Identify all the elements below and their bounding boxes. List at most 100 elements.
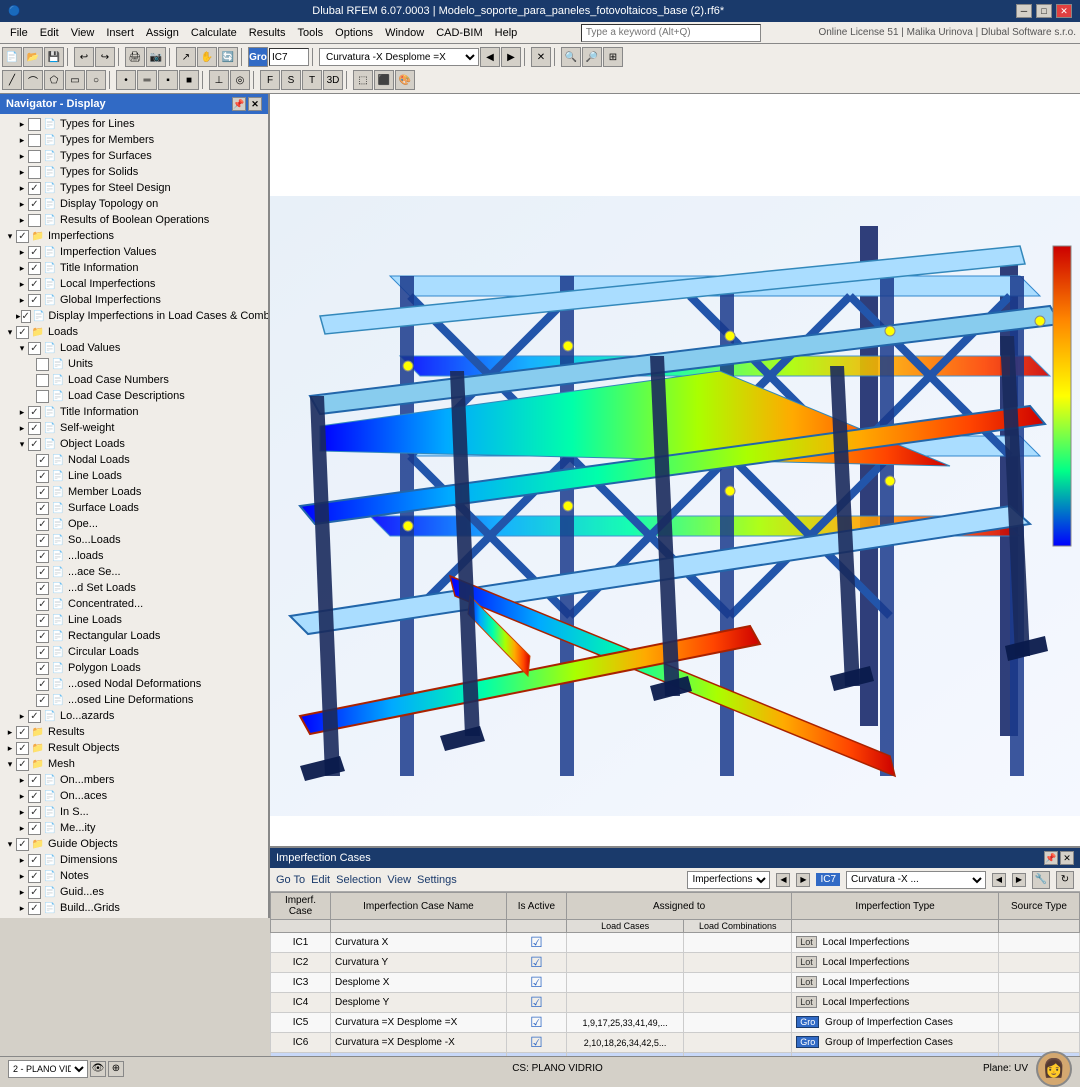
name-input[interactable] [335, 997, 502, 1008]
tree-item[interactable]: ▸✓📄Visual Objects [0, 916, 268, 918]
tree-expand-arrow[interactable] [28, 390, 36, 402]
tree-expand-arrow[interactable] [28, 598, 36, 610]
tree-expand-arrow[interactable]: ▸ [16, 822, 28, 834]
tree-checkbox[interactable]: ✓ [16, 326, 29, 339]
tree-checkbox[interactable]: ✓ [36, 614, 49, 627]
tree-expand-arrow[interactable]: ▸ [16, 214, 28, 226]
table-row[interactable]: IC1 ☑ Lot Local Imperfections [271, 933, 1080, 953]
table-row[interactable]: IC5 ☑ 1,9,17,25,33,41,49,... Gro Group o… [271, 1013, 1080, 1033]
tree-expand-arrow[interactable]: ▸ [16, 262, 28, 274]
tree-checkbox[interactable]: ✓ [28, 806, 41, 819]
tree-item[interactable]: ✓📄So...Loads [0, 532, 268, 548]
delete-filter-button[interactable]: ✕ [531, 47, 551, 67]
tree-expand-arrow[interactable] [28, 502, 36, 514]
menu-assign[interactable]: Assign [140, 25, 185, 41]
tree-checkbox[interactable]: ✓ [36, 598, 49, 611]
view-top[interactable]: T [302, 70, 322, 90]
tree-checkbox[interactable]: ✓ [28, 902, 41, 915]
tree-item[interactable]: ▸✓📄Me...ity [0, 820, 268, 836]
tree-checkbox[interactable]: ✓ [28, 198, 41, 211]
tree-item[interactable]: ✓📄...loads [0, 548, 268, 564]
tree-checkbox[interactable]: ✓ [28, 342, 41, 355]
tree-checkbox[interactable]: ✓ [36, 646, 49, 659]
tree-item[interactable]: ▸✓📄Imperfection Values [0, 244, 268, 260]
menu-view[interactable]: View [65, 25, 101, 41]
tree-item[interactable]: ✓📄Concentrated... [0, 596, 268, 612]
next-imp-button[interactable]: ▶ [796, 873, 810, 887]
tree-item[interactable]: ▸📄Types for Solids [0, 164, 268, 180]
tree-checkbox[interactable]: ✓ [16, 726, 29, 739]
tree-item[interactable]: ✓📄Surface Loads [0, 500, 268, 516]
save-button[interactable]: 💾 [44, 47, 64, 67]
panel-controls[interactable]: 📌 ✕ [1044, 851, 1074, 865]
tree-checkbox[interactable]: ✓ [36, 630, 49, 643]
tree-expand-arrow[interactable]: ▸ [16, 854, 28, 866]
tree-item[interactable]: ▾✓📁Loads [0, 324, 268, 340]
tree-checkbox[interactable]: ✓ [28, 278, 41, 291]
tree-item[interactable]: ▸✓📄Guid...es [0, 884, 268, 900]
name-input[interactable] [335, 937, 502, 948]
render-wire[interactable]: ⬚ [353, 70, 373, 90]
tree-expand-arrow[interactable]: ▾ [4, 838, 16, 850]
tree-checkbox[interactable]: ✓ [28, 870, 41, 883]
tree-checkbox[interactable]: ✓ [28, 182, 41, 195]
tree-checkbox[interactable]: ✓ [16, 230, 29, 243]
tree-expand-arrow[interactable]: ▸ [16, 774, 28, 786]
tree-item[interactable]: ▸✓📄Local Imperfections [0, 276, 268, 292]
active-checkbox[interactable]: ☑ [530, 1014, 543, 1030]
ic-input[interactable] [269, 48, 309, 66]
tree-item[interactable]: ▸✓📄On...mbers [0, 772, 268, 788]
tree-expand-arrow[interactable]: ▸ [16, 902, 28, 914]
active-checkbox[interactable]: ☑ [530, 1034, 543, 1050]
tree-item[interactable]: ▸📄Types for Members [0, 132, 268, 148]
tree-checkbox[interactable]: ✓ [28, 918, 41, 919]
tree-checkbox[interactable]: ✓ [28, 262, 41, 275]
tree-item[interactable]: ▸✓📄Dimensions [0, 852, 268, 868]
tree-checkbox[interactable] [28, 214, 41, 227]
print-button[interactable]: 🖨 [125, 47, 145, 67]
tree-expand-arrow[interactable] [28, 662, 36, 674]
tree-item[interactable]: ▸📄Results of Boolean Operations [0, 212, 268, 228]
selection-button[interactable]: Selection [336, 874, 381, 886]
fit-view-button[interactable]: ⊞ [603, 47, 623, 67]
new-button[interactable]: 📄 [2, 47, 22, 67]
tree-checkbox[interactable]: ✓ [36, 566, 49, 579]
settings-button[interactable]: Settings [417, 874, 457, 886]
tree-expand-arrow[interactable]: ▸ [16, 886, 28, 898]
tree-expand-arrow[interactable] [28, 566, 36, 578]
tree-item[interactable]: ▾✓📄Load Values [0, 340, 268, 356]
tree-expand-arrow[interactable] [28, 694, 36, 706]
tree-checkbox[interactable]: ✓ [36, 550, 49, 563]
active-checkbox[interactable]: ☑ [530, 934, 543, 950]
tree-expand-arrow[interactable]: ▸ [16, 806, 28, 818]
table-row[interactable]: IC4 ☑ Lot Local Imperfections [271, 993, 1080, 1013]
prev-imp-button[interactable]: ◀ [776, 873, 790, 887]
filter-button[interactable]: 🔧 [1032, 871, 1050, 889]
tree-item[interactable]: ✓📄...osed Nodal Deformations [0, 676, 268, 692]
table-row[interactable]: IC2 ☑ Lot Local Imperfections [271, 953, 1080, 973]
tree-item[interactable]: ▸✓📄Display Imperfections in Load Cases &… [0, 308, 268, 324]
tree-item[interactable]: ✓📄Member Loads [0, 484, 268, 500]
panel-close-button[interactable]: ✕ [1060, 851, 1074, 865]
hinge-tool[interactable]: ◎ [230, 70, 250, 90]
name-input[interactable] [335, 1037, 502, 1048]
tree-item[interactable]: ▸✓📄On...aces [0, 788, 268, 804]
select-button[interactable]: ↗ [176, 47, 196, 67]
tree-expand-arrow[interactable] [28, 470, 36, 482]
tree-checkbox[interactable]: ✓ [36, 678, 49, 691]
render-color[interactable]: 🎨 [395, 70, 415, 90]
edit-button[interactable]: Edit [311, 874, 330, 886]
tree-checkbox[interactable] [28, 150, 41, 163]
screenshot-button[interactable]: 📷 [146, 47, 166, 67]
menu-window[interactable]: Window [379, 25, 430, 41]
tree-item[interactable]: ▸✓📄Notes [0, 868, 268, 884]
surface-tool[interactable]: ▪ [158, 70, 178, 90]
tree-checkbox[interactable]: ✓ [28, 822, 41, 835]
tree-item[interactable]: ▾✓📁Mesh [0, 756, 268, 772]
goto-button[interactable]: Go To [276, 874, 305, 886]
tree-expand-arrow[interactable]: ▾ [4, 326, 16, 338]
tree-expand-arrow[interactable] [28, 486, 36, 498]
window-controls[interactable]: ─ □ ✕ [1016, 4, 1072, 18]
circ-tool[interactable]: ○ [86, 70, 106, 90]
tree-expand-arrow[interactable]: ▸ [16, 870, 28, 882]
